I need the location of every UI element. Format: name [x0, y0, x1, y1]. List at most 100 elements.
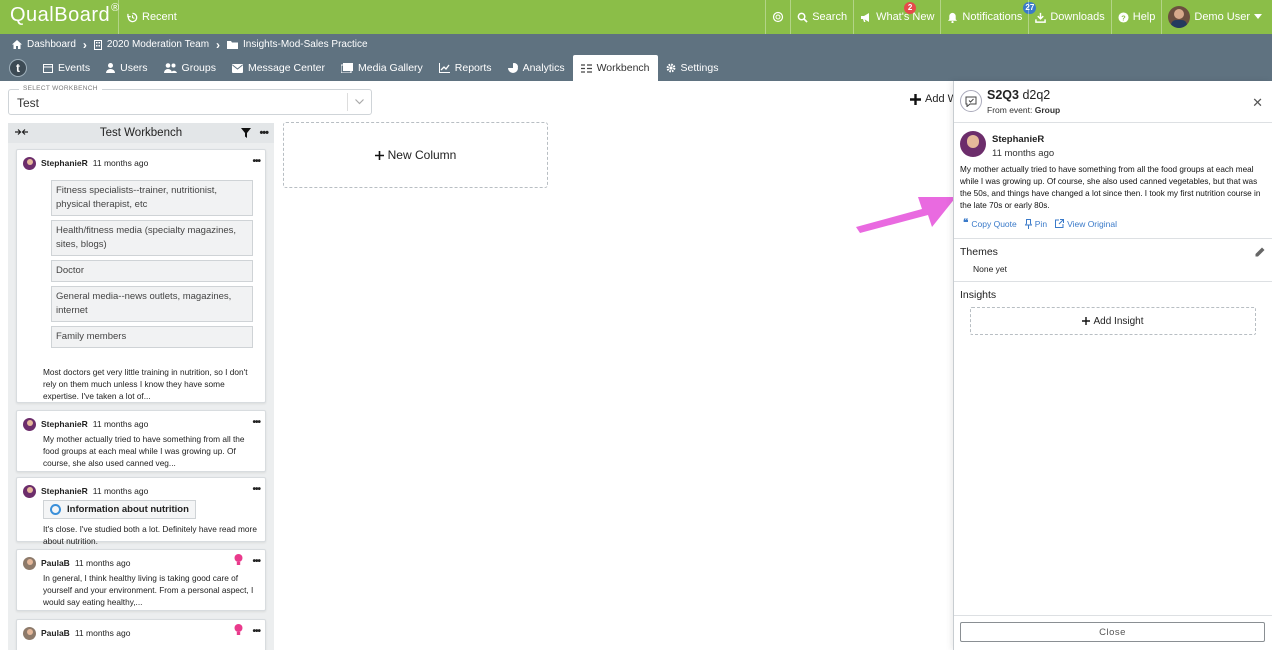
breadcrumb: Dashboard › 2020 Moderation Team › Insig…	[0, 34, 1272, 55]
tab-events[interactable]: Events	[35, 55, 98, 81]
images-icon	[341, 63, 354, 73]
list-item[interactable]: StephanieR 11 months ago ••• Information…	[16, 477, 266, 546]
help-button[interactable]: ? Help	[1110, 0, 1162, 34]
list-item[interactable]: PaulaB 11 months ago •••	[16, 619, 266, 650]
filter-icon[interactable]	[241, 128, 252, 138]
bullhorn-icon	[860, 12, 872, 23]
list-item[interactable]: StephanieR 11 months ago ••• My mother a…	[16, 410, 266, 472]
tab-users[interactable]: Users	[98, 55, 155, 81]
pin-link[interactable]: Pin	[1024, 218, 1047, 229]
card-text: Most doctors get very little training in…	[43, 367, 248, 401]
app-logo-icon[interactable]: t	[9, 59, 27, 77]
folder-icon	[227, 40, 239, 49]
building-icon	[93, 39, 102, 50]
chevron-right-icon: ›	[82, 37, 87, 52]
lightbulb-icon[interactable]	[234, 554, 243, 566]
plus-icon	[910, 93, 921, 105]
tab-groups[interactable]: Groups	[156, 55, 224, 81]
plus-icon	[374, 150, 384, 160]
notifications-button[interactable]: Notifications 27	[940, 0, 1037, 34]
search-button[interactable]: Search	[790, 0, 853, 34]
chevron-down-icon	[347, 93, 371, 111]
pie-chart-icon	[507, 63, 518, 73]
chevron-right-icon: ›	[216, 37, 221, 52]
card-text: My mother actually tried to have somethi…	[43, 434, 245, 468]
more-options-icon[interactable]: •••	[252, 484, 260, 495]
search-icon	[797, 12, 808, 23]
list-columns-icon	[580, 63, 592, 73]
tab-reports[interactable]: Reports	[431, 55, 500, 81]
more-options-icon[interactable]: •••	[252, 556, 260, 567]
question-chip: Information about nutrition	[43, 500, 196, 519]
copy-quote-link[interactable]: ❝ Copy Quote	[963, 218, 1017, 229]
workbench-column: Test Workbench ••• StephanieR 11 months …	[8, 123, 274, 650]
list-item[interactable]: StephanieR 11 months ago ••• Fitness spe…	[16, 149, 266, 403]
whats-new-badge: 2	[904, 2, 917, 14]
line-chart-icon	[438, 63, 450, 73]
close-icon[interactable]: ✕	[1252, 95, 1263, 111]
answer-option: Fitness specialists--trainer, nutritioni…	[51, 180, 253, 216]
tab-workbench[interactable]: Workbench	[572, 55, 658, 81]
integrations-button[interactable]	[765, 0, 790, 34]
breadcrumb-dashboard[interactable]: Dashboard	[27, 39, 76, 50]
new-column-button[interactable]: New Column	[283, 122, 548, 188]
collapse-arrows-icon[interactable]	[15, 128, 28, 136]
add-insight-button[interactable]: Add Insight	[970, 307, 1256, 335]
response-section: StephanieR 11 months ago My mother actua…	[954, 123, 1272, 239]
view-original-link[interactable]: View Original	[1055, 218, 1117, 229]
list-item[interactable]: PaulaB 11 months ago ••• In general, I t…	[16, 549, 266, 611]
calendar-icon	[43, 63, 53, 73]
help-icon: ?	[1118, 11, 1129, 23]
themes-section: Themes None yet	[954, 239, 1272, 282]
answer-option: Family members	[51, 326, 253, 348]
more-options-icon[interactable]: •••	[259, 127, 269, 139]
caret-down-icon	[1254, 14, 1262, 20]
more-options-icon[interactable]: •••	[252, 417, 260, 428]
avatar	[23, 626, 36, 640]
download-icon	[1035, 12, 1047, 23]
more-options-icon[interactable]: •••	[252, 626, 260, 637]
whats-new-button[interactable]: What's New 2	[853, 0, 940, 34]
gear-icon	[666, 63, 676, 73]
response-detail-panel: S2Q3 d2q2 From event: Group ✕ StephanieR…	[953, 81, 1272, 650]
answer-option: Health/fitness media (specialty magazine…	[51, 220, 253, 256]
column-header: Test Workbench •••	[8, 123, 274, 143]
breadcrumb-project[interactable]: Insights-Mod-Sales Practice	[243, 39, 368, 50]
svg-text:?: ?	[1121, 13, 1126, 22]
response-text: My mother actually tried to have somethi…	[960, 165, 1261, 210]
close-button[interactable]: Close	[960, 622, 1265, 642]
recent-button[interactable]: Recent	[118, 0, 185, 34]
avatar	[23, 484, 36, 498]
more-options-icon[interactable]: •••	[252, 156, 260, 167]
tab-analytics[interactable]: Analytics	[500, 55, 573, 81]
comment-icon	[960, 90, 982, 112]
brain-icon	[772, 11, 784, 23]
column-title: Test Workbench	[99, 127, 183, 139]
tab-message-center[interactable]: Message Center	[224, 55, 333, 81]
qualboard-logo[interactable]: QualBoard ®	[10, 2, 120, 27]
add-workbench-button[interactable]: Add W	[910, 93, 958, 105]
quote-icon: ❝	[963, 218, 969, 229]
avatar	[23, 417, 36, 431]
insights-section: Insights Add Insight	[954, 282, 1272, 342]
tab-settings[interactable]: Settings	[658, 55, 727, 81]
answer-option: General media--news outlets, magazines, …	[51, 286, 253, 322]
home-icon	[12, 40, 22, 49]
lightbulb-icon[interactable]	[234, 624, 243, 636]
avatar	[23, 556, 36, 570]
breadcrumb-team[interactable]: 2020 Moderation Team	[107, 39, 209, 50]
plus-icon	[1082, 317, 1091, 325]
avatar	[23, 156, 36, 170]
answer-option: Doctor	[51, 260, 253, 282]
card-text: In general, I think healthy living is ta…	[43, 573, 254, 607]
pin-icon	[1024, 218, 1032, 229]
tab-media-gallery[interactable]: Media Gallery	[333, 55, 431, 81]
bell-icon	[947, 12, 958, 23]
pencil-icon[interactable]	[1255, 247, 1265, 257]
user-menu[interactable]: Demo User	[1161, 0, 1272, 34]
workbench-select[interactable]: SELECT WORKBENCH Test	[8, 85, 372, 115]
panel-title: S2Q3 d2q2	[987, 88, 1051, 102]
downloads-button[interactable]: Downloads	[1028, 0, 1110, 34]
main-nav: t Events Users Groups Message Center Med…	[0, 55, 1272, 81]
user-avatar	[1168, 6, 1191, 28]
